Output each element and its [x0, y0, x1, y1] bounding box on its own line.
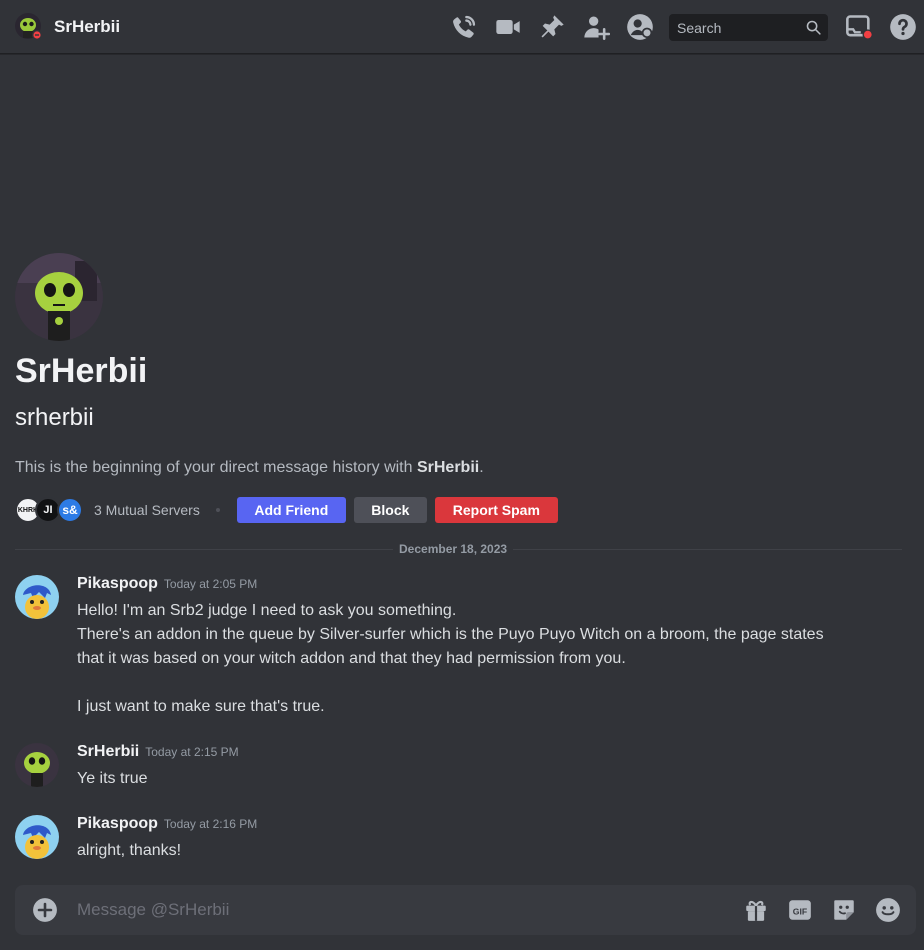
message-timestamp: Today at 2:16 PM: [163, 817, 258, 831]
message-header: Pikaspoop Today at 2:05 PM: [77, 575, 257, 593]
dm-beginning-description: This is the beginning of your direct mes…: [15, 459, 484, 476]
channel-header: SrHerbii: [0, 0, 924, 54]
sticker-icon[interactable]: [831, 897, 857, 923]
message-line: that it was based on your witch addon an…: [77, 650, 626, 667]
plus-circle-icon[interactable]: [32, 897, 58, 923]
message-line: There's an addon in the queue by Silver-…: [77, 626, 824, 643]
profile-display-name: SrHerbii: [15, 352, 148, 390]
search-bar[interactable]: [669, 14, 828, 41]
add-user-icon[interactable]: [582, 13, 610, 41]
profile-username: srherbii: [15, 404, 94, 431]
gif-icon[interactable]: GIF: [787, 897, 813, 923]
message-line: [77, 671, 877, 695]
user-profile-icon[interactable]: [626, 13, 654, 41]
message-content: alright, thanks!: [77, 839, 877, 863]
description-name: SrHerbii: [416, 459, 480, 476]
report-spam-button[interactable]: Report Spam: [434, 497, 558, 523]
message-header: Pikaspoop Today at 2:16 PM: [77, 815, 257, 833]
dm-recipient-name[interactable]: SrHerbii: [54, 17, 120, 37]
message-line: Hello! I'm an Srb2 judge I need to ask y…: [77, 602, 457, 619]
message-input[interactable]: [77, 899, 717, 921]
add-friend-button[interactable]: Add Friend: [236, 497, 346, 523]
separator-dot: [215, 508, 220, 512]
message-header: SrHerbii Today at 2:15 PM: [77, 743, 239, 761]
user-avatar[interactable]: [15, 13, 42, 40]
svg-text:GIF: GIF: [793, 906, 807, 916]
mutual-servers-link[interactable]: 3 Mutual Servers: [94, 502, 200, 518]
pikaspoop-avatar[interactable]: [15, 575, 59, 619]
message-content: Ye its true: [77, 767, 877, 791]
mutual-servers-row: KHRK JI s& 3 Mutual Servers Add Friend B…: [15, 497, 566, 523]
server-icon-3[interactable]: s&: [57, 497, 83, 523]
pikaspoop-avatar[interactable]: [15, 815, 59, 859]
help-icon[interactable]: [889, 13, 917, 41]
emoji-icon[interactable]: [875, 897, 901, 923]
message-timestamp: Today at 2:15 PM: [145, 745, 239, 759]
message-line: I just want to make sure that's true.: [77, 698, 325, 715]
message-author[interactable]: Pikaspoop: [77, 815, 158, 832]
message-line: alright, thanks!: [77, 842, 182, 859]
profile-avatar-large[interactable]: [15, 253, 103, 341]
mutual-server-icons[interactable]: KHRK JI s&: [15, 497, 87, 523]
message-author[interactable]: Pikaspoop: [77, 575, 158, 592]
message-content: Hello! I'm an Srb2 judge I need to ask y…: [77, 599, 877, 719]
search-input[interactable]: [677, 19, 802, 36]
phone-call-icon[interactable]: [450, 13, 478, 41]
inbox-icon[interactable]: [845, 13, 873, 41]
date-divider-label: December 18, 2023: [393, 542, 514, 556]
pin-icon[interactable]: [538, 13, 566, 41]
block-button[interactable]: Block: [353, 497, 427, 523]
message-timestamp: Today at 2:05 PM: [163, 577, 258, 591]
srherbii-avatar[interactable]: [15, 743, 59, 787]
message-composer: GIF: [15, 885, 916, 935]
message-author[interactable]: SrHerbii: [77, 743, 139, 760]
search-icon: [806, 20, 821, 35]
message-line: Ye its true: [77, 770, 148, 787]
video-camera-icon[interactable]: [494, 13, 522, 41]
gift-icon[interactable]: [743, 897, 769, 923]
